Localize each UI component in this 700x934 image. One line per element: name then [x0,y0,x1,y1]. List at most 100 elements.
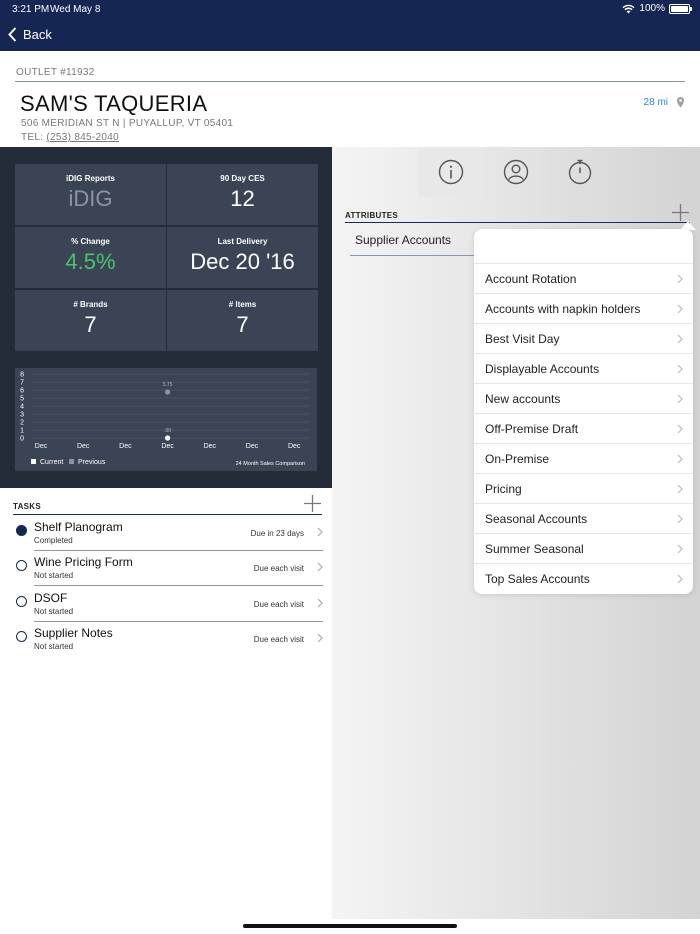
y-tick-label: 0 [20,436,24,443]
menu-item-label: New accounts [485,392,561,406]
menu-item-label: Pricing [485,482,522,496]
menu-item-on-premise[interactable]: On-Premise [474,443,693,473]
menu-item-best-visit-day[interactable]: Best Visit Day [474,323,693,353]
y-tick-label: 3 [20,412,24,419]
menu-item-label: Top Sales Accounts [485,572,590,586]
status-indicators: 100% [622,3,692,14]
divider [34,585,323,586]
y-tick-label: 2 [20,420,24,427]
task-name: Supplier Notes [34,626,113,640]
task-row[interactable]: DSOF Not started Due each visit [13,587,323,622]
attribute-picker-popover: Account Rotation Accounts with napkin ho… [474,229,693,594]
task-due: Due each visit [253,635,304,644]
tile-title: # Brands [73,300,108,309]
menu-item-label: Seasonal Accounts [485,512,588,526]
menu-item-displayable-accounts[interactable]: Displayable Accounts [474,353,693,383]
x-tick-label: Dec [288,443,301,450]
menu-item-top-sales-accounts[interactable]: Top Sales Accounts [474,563,693,593]
chart-caption: 24 Month Sales Comparison [236,461,305,467]
distance-label[interactable]: 28 mi [644,97,668,108]
chevron-left-icon [8,26,17,42]
status-date: Wed May 8 [50,4,101,15]
menu-item-account-rotation[interactable]: Account Rotation [474,263,693,293]
tile-value: 4.5% [65,249,116,274]
menu-item-new-accounts[interactable]: New accounts [474,383,693,413]
task-status: Completed [34,536,73,545]
tile-value: 12 [230,186,255,211]
task-status-icon [16,525,27,536]
menu-item-pricing[interactable]: Pricing [474,473,693,503]
outlet-number: OUTLET #11932 [16,67,95,78]
chevron-right-icon [317,598,323,608]
tile-value: iDIG [68,186,113,211]
x-tick-label: Dec [35,443,48,450]
chevron-right-icon [677,544,683,554]
menu-item-label: Summer Seasonal [485,542,584,556]
status-time: 3:21 PM [12,4,50,15]
menu-item-label: Off-Premise Draft [485,422,579,436]
chevron-right-icon [677,454,683,464]
tab-timer[interactable] [548,147,612,197]
tile-title: Last Delivery [217,237,268,246]
y-tick-label: 8 [20,372,24,379]
tab-info[interactable] [419,147,483,197]
divider [13,514,322,515]
menu-item-label: Displayable Accounts [485,362,600,376]
task-status-icon [16,560,27,571]
menu-item-label: Best Visit Day [485,332,560,346]
menu-item-seasonal-accounts[interactable]: Seasonal Accounts [474,503,693,533]
tile-value: Dec 20 '16 [190,249,295,274]
menu-item-summer-seasonal[interactable]: Summer Seasonal [474,533,693,563]
chevron-right-icon [677,514,683,524]
task-row[interactable]: Wine Pricing Form Not started Due each v… [13,551,323,586]
task-due: Due each visit [253,564,304,573]
home-indicator[interactable] [243,924,457,928]
task-name: Wine Pricing Form [34,555,133,569]
tile-percent-change[interactable]: % Change 4.5% [15,227,166,288]
attributes-heading: ATTRIBUTES [345,211,399,220]
chevron-right-icon [677,394,683,404]
task-row[interactable]: Supplier Notes Not started Due each visi… [13,622,323,657]
chevron-right-icon [677,574,683,584]
task-row[interactable]: Shelf Planogram Completed Due in 23 days [13,516,323,551]
y-tick-label: 1 [20,428,24,435]
tile-90-day-ces[interactable]: 90 Day CES 12 [167,164,318,225]
wifi-icon [622,4,635,13]
divider [15,81,685,82]
legend-swatch [31,459,36,464]
tab-contacts[interactable] [484,147,548,197]
tile-idig-reports[interactable]: iDIG Reports iDIG [15,164,166,225]
tile-brands[interactable]: # Brands 7 [15,290,166,351]
task-status: Not started [34,642,74,651]
x-tick-label: Dec [246,443,259,450]
menu-item-accounts-with-napkin-holders[interactable]: Accounts with napkin holders [474,293,693,323]
divider [350,255,480,256]
data-label: 5.75 [163,382,173,388]
tile-items[interactable]: # Items 7 [167,290,318,351]
y-tick-label: 5 [20,396,24,403]
y-tick-label: 6 [20,388,24,395]
chart-canvas: 012345678 Dec Dec Dec Dec Dec Dec Dec 5.75 .00 Cur… [20,372,310,467]
back-button[interactable]: Back [8,24,52,44]
map-pin-icon[interactable] [676,96,685,108]
tile-last-delivery[interactable]: Last Delivery Dec 20 '16 [167,227,318,288]
battery-icon [669,3,692,14]
chevron-right-icon [677,484,683,494]
phone-number-link[interactable]: (253) 845-2040 [46,132,119,143]
y-tick-label: 4 [20,404,24,411]
task-due: Due each visit [253,600,304,609]
x-tick-label: Dec [204,443,217,450]
battery-percent: 100% [639,3,665,14]
add-attribute-icon[interactable] [671,203,690,222]
tasks-heading: TASKS [13,502,42,511]
menu-item-off-premise-draft[interactable]: Off-Premise Draft [474,413,693,443]
chevron-right-icon [317,633,323,643]
tile-title: 90 Day CES [220,174,265,183]
add-task-icon[interactable] [303,494,322,513]
task-status-icon [16,631,27,642]
tile-title: iDIG Reports [66,174,115,183]
task-due: Due in 23 days [250,529,304,538]
chevron-right-icon [677,364,683,374]
menu-item-label: Account Rotation [485,272,577,286]
menu-item-label: On-Premise [485,452,550,466]
